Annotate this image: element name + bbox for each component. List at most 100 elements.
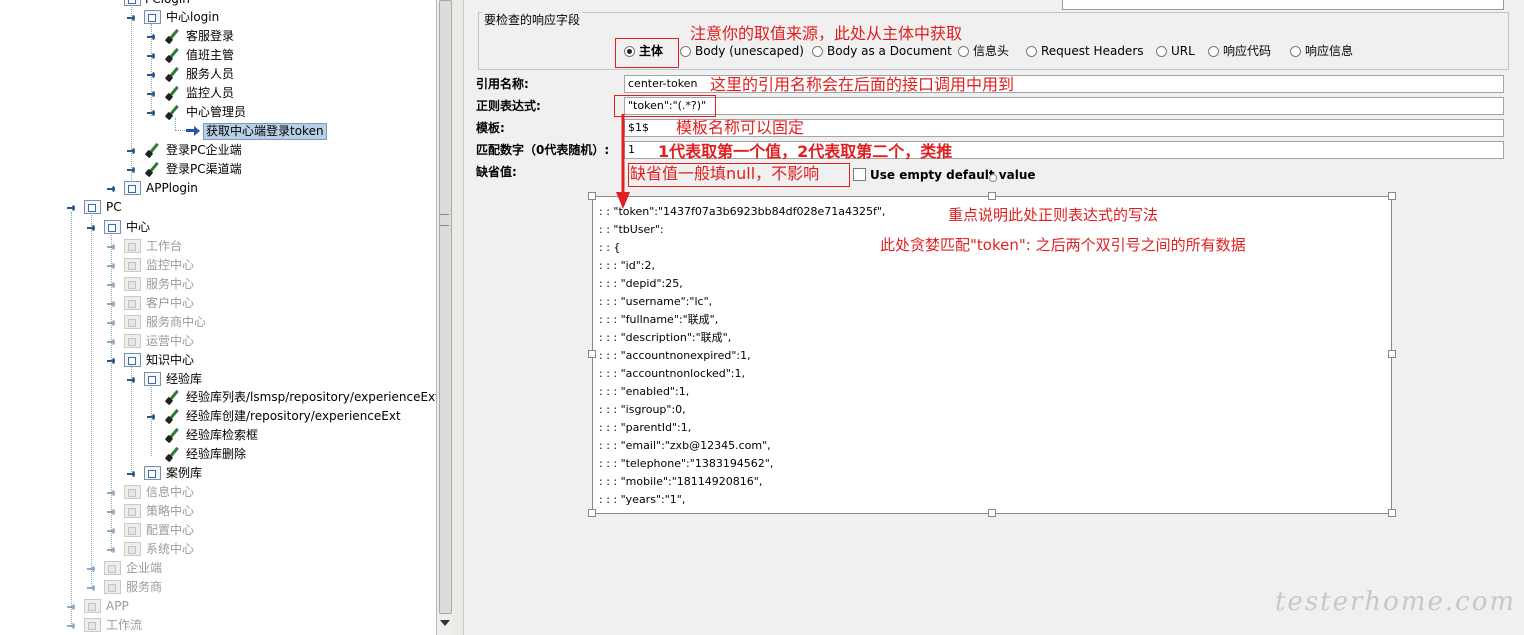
tree-node-controller[interactable]: 运营中心 — [0, 332, 436, 350]
tree-node-controller[interactable]: 案例库 — [0, 464, 436, 482]
tree-node-label: 值班主管 — [186, 48, 235, 62]
tree-node-controller[interactable]: 服务商 — [0, 578, 436, 596]
expand-toggle-icon[interactable] — [147, 109, 155, 117]
radio-response-message[interactable]: 响应信息 — [1290, 43, 1353, 59]
tree-node-label: 经验库列表/lsmsp/repository/experienceExt — [186, 390, 440, 404]
resize-handle[interactable] — [1388, 509, 1396, 517]
expand-toggle-icon[interactable] — [107, 281, 115, 289]
radio-body-as-document[interactable]: Body as a Document — [812, 43, 952, 59]
expand-toggle-icon[interactable] — [67, 622, 75, 630]
tree-node-controller[interactable]: 客户中心 — [0, 294, 436, 312]
pane-splitter[interactable] — [452, 0, 464, 635]
tree-node-controller[interactable]: 服务商中心 — [0, 313, 436, 331]
json-line: : : : "isgroup":0, — [599, 403, 686, 416]
expand-toggle-icon[interactable] — [147, 413, 155, 421]
arrow-icon — [616, 114, 630, 209]
tree-node-sampler[interactable]: 监控人员 — [0, 84, 436, 102]
tree-node-controller[interactable]: 中心 — [0, 218, 436, 236]
expand-toggle-icon[interactable] — [127, 166, 135, 174]
tree-node-controller[interactable]: 知识中心 — [0, 351, 436, 369]
comment-field[interactable] — [1062, 0, 1504, 10]
expand-toggle-icon[interactable] — [107, 262, 115, 270]
expand-toggle-icon[interactable] — [127, 147, 135, 155]
tree-node-controller[interactable]: APPlogin — [0, 179, 436, 197]
tree-node-regex-extractor[interactable]: 获取中心端登录token — [0, 122, 436, 140]
tree-node-controller[interactable]: 工作流 — [0, 616, 436, 634]
controller-icon — [104, 561, 121, 575]
resize-handle[interactable] — [588, 350, 596, 358]
expand-toggle-icon[interactable] — [107, 300, 115, 308]
tree-node-controller[interactable]: 监控中心 — [0, 256, 436, 274]
tree-node-sampler[interactable]: 客服登录 — [0, 27, 436, 45]
tree-node-sampler[interactable]: 经验库创建/repository/experienceExt — [0, 407, 436, 425]
expand-toggle-icon[interactable] — [107, 357, 115, 365]
regex-input[interactable]: "token":"(.*?)" — [624, 97, 1504, 115]
test-plan-tree[interactable]: PClogin 中心login 客服登录 值班主管 服务人员 监控人员 中心管理… — [0, 0, 453, 635]
tree-node-sampler[interactable]: 值班主管 — [0, 46, 436, 64]
expand-toggle-icon[interactable] — [87, 565, 95, 573]
tree-node-sampler[interactable]: 登录PC企业端 — [0, 141, 436, 159]
expand-toggle-icon[interactable] — [127, 14, 135, 22]
resize-handle[interactable] — [588, 192, 596, 200]
tree-node-controller[interactable]: 服务中心 — [0, 275, 436, 293]
tree-node-sampler[interactable]: 经验库删除 — [0, 445, 436, 463]
expand-toggle-icon[interactable] — [147, 71, 155, 79]
tree-node-center-login[interactable]: 中心login — [0, 8, 436, 26]
resize-handle[interactable] — [1388, 350, 1396, 358]
scrollbar-thumb[interactable] — [439, 0, 452, 614]
expand-toggle-icon[interactable] — [107, 527, 115, 535]
radio-body-unescaped[interactable]: Body (unescaped) — [680, 43, 804, 59]
scroll-down-arrow-icon[interactable] — [440, 620, 450, 626]
expand-toggle-icon[interactable] — [107, 489, 115, 497]
tree-node-label: 中心 — [126, 220, 151, 234]
expand-toggle-icon[interactable] — [107, 508, 115, 516]
tree-node-label: 工作流 — [106, 618, 143, 632]
annotation-template: 模板名称可以固定 — [676, 118, 805, 137]
tree-node-controller[interactable]: 工作台 — [0, 237, 436, 255]
tree-node-controller[interactable]: 系统中心 — [0, 540, 436, 558]
tree-node-sampler[interactable]: 中心管理员 — [0, 103, 436, 121]
expand-toggle-icon[interactable] — [107, 546, 115, 554]
resize-handle[interactable] — [988, 509, 996, 517]
tree-scrollbar[interactable] — [436, 0, 452, 635]
expand-toggle-icon[interactable] — [127, 376, 135, 384]
resize-handle[interactable] — [588, 509, 596, 517]
tree-node-controller[interactable]: 经验库 — [0, 370, 436, 388]
radio-request-headers[interactable]: Request Headers — [1026, 43, 1144, 59]
tree-node-label: 案例库 — [166, 466, 203, 480]
expand-toggle-icon[interactable] — [67, 603, 75, 611]
tree-node-pclogin[interactable]: PClogin — [0, 0, 436, 8]
tree-node-controller[interactable]: 配置中心 — [0, 521, 436, 539]
resize-handle[interactable] — [988, 192, 996, 200]
tree-node-sampler[interactable]: 登录PC渠道端 — [0, 160, 436, 178]
expand-toggle-icon[interactable] — [147, 52, 155, 60]
radio-url[interactable]: URL — [1156, 43, 1195, 59]
expand-toggle-icon[interactable] — [87, 224, 95, 232]
tree-node-label: 经验库创建/repository/experienceExt — [186, 409, 401, 423]
expand-toggle-icon[interactable] — [107, 338, 115, 346]
expand-toggle-icon[interactable] — [147, 33, 155, 41]
radio-label: 响应信息 — [1305, 44, 1354, 58]
expand-toggle-icon[interactable] — [87, 584, 95, 592]
rotate-handle[interactable] — [989, 174, 997, 182]
tree-node-sampler[interactable]: 经验库检索框 — [0, 426, 436, 444]
tree-node-controller[interactable]: APP — [0, 597, 436, 615]
resize-handle[interactable] — [1388, 192, 1396, 200]
expand-toggle-icon[interactable] — [107, 185, 115, 193]
expand-toggle-icon[interactable] — [147, 90, 155, 98]
expand-toggle-icon[interactable] — [107, 319, 115, 327]
expand-toggle-icon[interactable] — [107, 243, 115, 251]
tree-node-sampler[interactable]: 服务人员 — [0, 65, 436, 83]
radio-response-code[interactable]: 响应代码 — [1208, 43, 1271, 59]
tree-node-controller[interactable]: 企业端 — [0, 559, 436, 577]
use-empty-default-checkbox[interactable]: Use empty default value — [853, 167, 1036, 183]
radio-label: 响应代码 — [1223, 44, 1272, 58]
tree-node-controller[interactable]: 信息中心 — [0, 483, 436, 501]
expand-toggle-icon[interactable] — [127, 470, 135, 478]
tree-node-sampler[interactable]: 经验库列表/lsmsp/repository/experienceExt — [0, 388, 440, 406]
radio-headers[interactable]: 信息头 — [958, 43, 1009, 59]
radio-icon — [1026, 46, 1037, 57]
expand-toggle-icon[interactable] — [67, 204, 75, 212]
tree-node-controller[interactable]: PC — [0, 198, 436, 216]
tree-node-controller[interactable]: 策略中心 — [0, 502, 436, 520]
